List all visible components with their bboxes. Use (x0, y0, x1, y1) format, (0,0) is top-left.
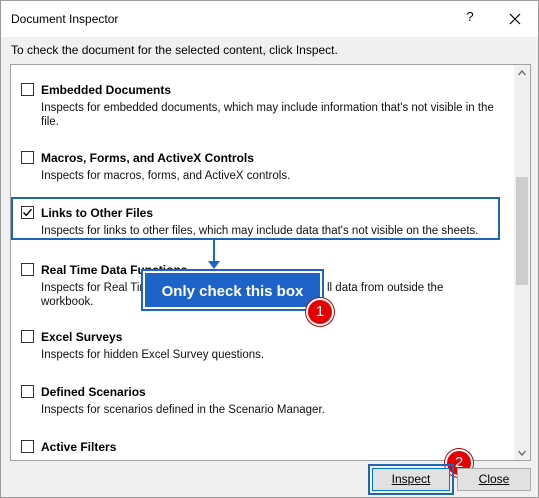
close-button[interactable]: Close (457, 468, 531, 491)
vertical-scrollbar[interactable] (514, 65, 530, 460)
defined-scenarios-checkbox[interactable] (21, 385, 34, 398)
real-time-data-checkbox[interactable] (21, 263, 34, 276)
item-description: Inspects for links to other files, which… (41, 225, 479, 237)
item-title: Macros, Forms, and ActiveX Controls (41, 151, 254, 165)
item-description-right: ll data from outside the (327, 282, 444, 294)
item-description: Inspects for macros, forms, and ActiveX … (41, 170, 291, 182)
item-title: Links to Other Files (41, 206, 154, 220)
scroll-up-arrow-icon[interactable] (517, 67, 527, 77)
inspect-button[interactable]: Inspect (372, 468, 450, 491)
inspection-list: Embedded Documents Inspects for embedded… (10, 64, 531, 461)
active-filters-checkbox[interactable] (21, 440, 34, 453)
instruction-text: To check the document for the selected c… (11, 43, 338, 57)
item-description: Inspects for hidden Excel Survey questio… (41, 349, 265, 361)
close-icon[interactable] (506, 10, 524, 28)
step-badge-1: 1 (306, 298, 334, 326)
scroll-down-arrow-icon[interactable] (517, 447, 527, 457)
item-title: Embedded Documents (41, 83, 172, 97)
instruction-bar: To check the document for the selected c… (1, 37, 538, 59)
item-title: Active Filters (41, 440, 117, 454)
item-description: Inspects for embedded documents, which m… (41, 102, 494, 128)
dialog-title: Document Inspector (11, 12, 119, 26)
item-description: Inspects for scenarios defined in the Sc… (41, 404, 325, 416)
checkmark-icon (23, 208, 33, 217)
help-button[interactable]: ? (462, 9, 478, 24)
annotation-callout: Only check this box (141, 269, 324, 311)
macros-checkbox[interactable] (21, 151, 34, 164)
callout-text: Only check this box (161, 283, 304, 300)
item-title: Excel Surveys (41, 330, 123, 344)
excel-surveys-checkbox[interactable] (21, 330, 34, 343)
callout-arrow-line (213, 239, 215, 263)
close-button-label: Close (478, 472, 510, 486)
inspect-button-label: Inspect (391, 472, 431, 486)
embedded-documents-checkbox[interactable] (21, 83, 34, 96)
item-title: Defined Scenarios (41, 385, 146, 399)
document-inspector-dialog: Document Inspector ? To check the docume… (0, 0, 539, 498)
title-bar: Document Inspector ? (1, 1, 538, 37)
links-checkbox[interactable] (21, 206, 34, 219)
scroll-thumb[interactable] (516, 177, 528, 285)
callout-arrow-head-icon (208, 261, 220, 269)
